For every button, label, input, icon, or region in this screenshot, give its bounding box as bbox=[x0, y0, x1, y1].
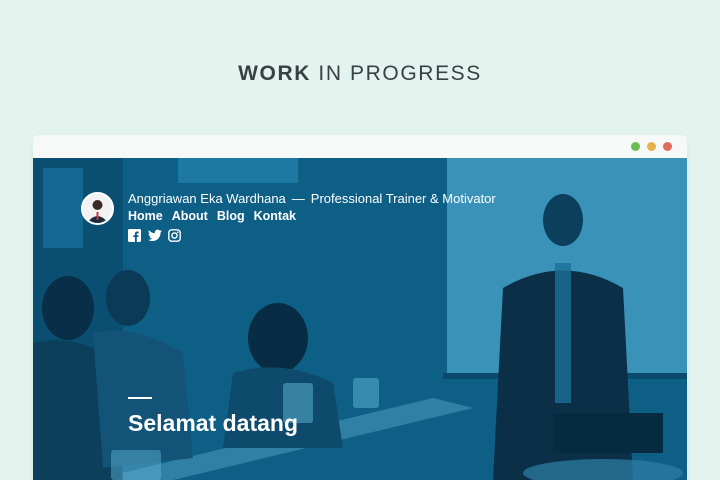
instagram-icon[interactable] bbox=[168, 229, 181, 242]
site-author-name[interactable]: Anggriawan Eka Wardhana bbox=[128, 191, 286, 206]
nav-home[interactable]: Home bbox=[128, 209, 163, 223]
window-dot-yellow bbox=[647, 142, 656, 151]
window-dot-green bbox=[631, 142, 640, 151]
title-separator: — bbox=[291, 191, 305, 206]
browser-titlebar bbox=[33, 135, 687, 158]
welcome-heading: Selamat datang bbox=[128, 410, 298, 436]
nav-about[interactable]: About bbox=[172, 209, 208, 223]
twitter-icon[interactable] bbox=[148, 229, 162, 242]
page-heading: WORK IN PROGRESS bbox=[0, 62, 720, 86]
main-nav: Home About Blog Kontak bbox=[128, 209, 296, 223]
nav-blog[interactable]: Blog bbox=[217, 209, 245, 223]
social-links bbox=[128, 229, 181, 242]
avatar-image bbox=[83, 194, 112, 223]
facebook-icon[interactable] bbox=[128, 229, 141, 242]
nav-kontak[interactable]: Kontak bbox=[254, 209, 296, 223]
welcome-divider bbox=[128, 397, 152, 399]
heading-strong: WORK bbox=[238, 62, 311, 85]
site-tagline: Professional Trainer & Motivator bbox=[310, 191, 496, 206]
window-dot-red bbox=[663, 142, 672, 151]
browser-window: Anggriawan Eka Wardhana — Professional Tra… bbox=[33, 135, 687, 480]
heading-rest: IN PROGRESS bbox=[318, 62, 482, 85]
site-title-line: Anggriawan Eka Wardhana — Professional Tra… bbox=[128, 191, 496, 206]
hero-section: Anggriawan Eka Wardhana — Professional Tra… bbox=[33, 158, 687, 480]
author-avatar[interactable] bbox=[81, 192, 114, 225]
